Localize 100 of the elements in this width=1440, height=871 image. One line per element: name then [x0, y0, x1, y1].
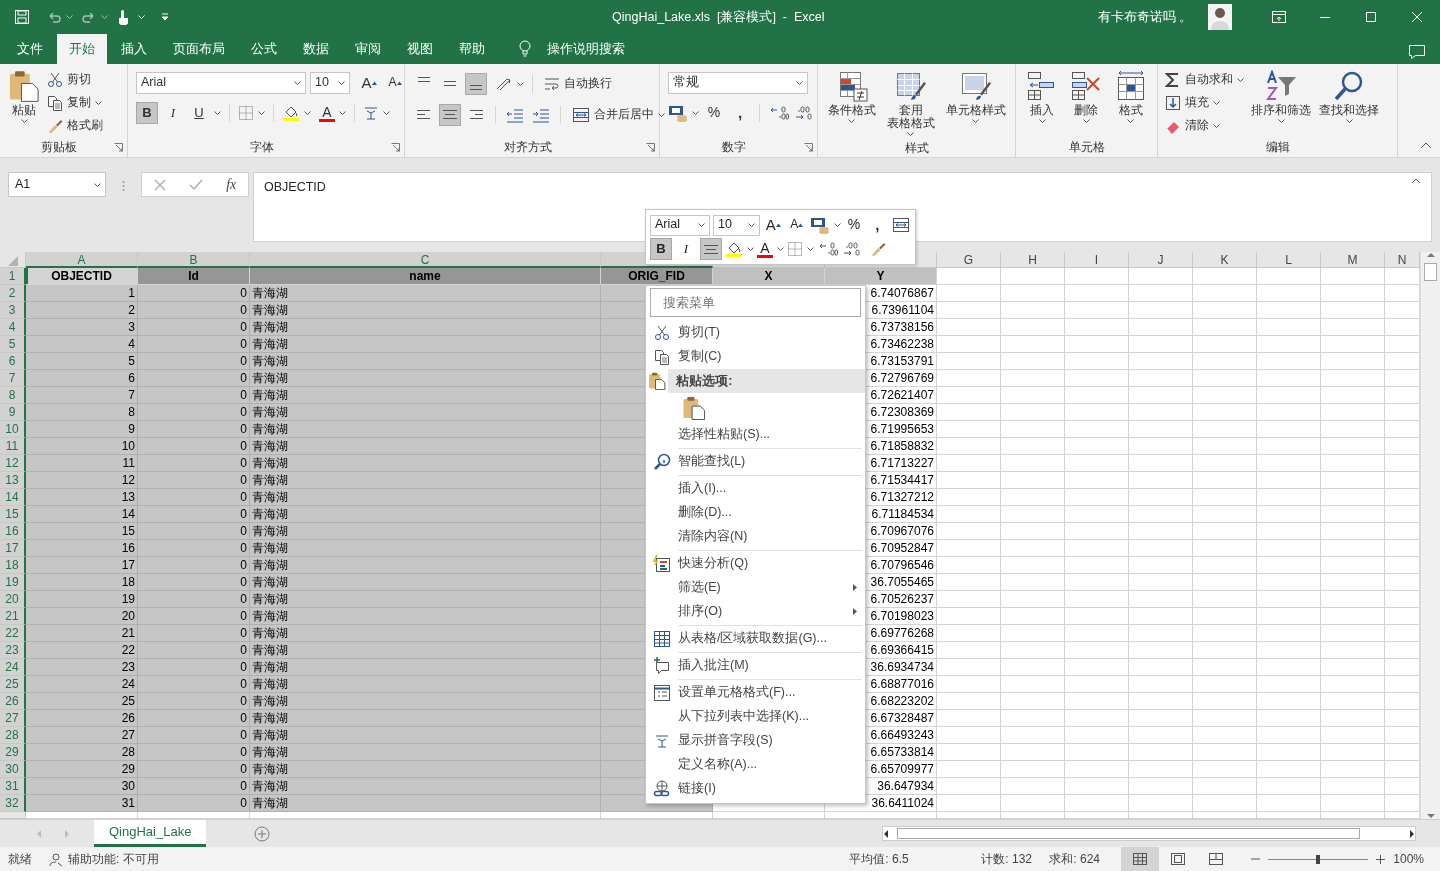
- table-cell: 0: [138, 523, 250, 540]
- table-cell: 11: [26, 455, 138, 472]
- table-cell: 青海湖: [250, 676, 601, 693]
- table-cell: 青海湖: [250, 642, 601, 659]
- table-cell: 青海湖: [250, 744, 601, 761]
- table-cell: 青海湖: [250, 455, 601, 472]
- table-cell: 15: [26, 523, 138, 540]
- table-cell: 6: [26, 370, 138, 387]
- table-cell: 30: [26, 778, 138, 795]
- group-label: 样式: [903, 139, 930, 157]
- table-cell: 0: [138, 795, 250, 812]
- table-cell: 0: [138, 506, 250, 523]
- table-cell: 29: [26, 761, 138, 778]
- table-cell: 10: [26, 438, 138, 455]
- table-cell: 青海湖: [250, 778, 601, 795]
- table-cell: 青海湖: [250, 795, 601, 812]
- table-cell: 13: [26, 489, 138, 506]
- table-cell: 1: [26, 285, 138, 302]
- table-cell: 0: [138, 676, 250, 693]
- table-cell: 25: [26, 693, 138, 710]
- table-cell: 0: [138, 302, 250, 319]
- table-cell: 0: [138, 574, 250, 591]
- table-cell: 青海湖: [250, 693, 601, 710]
- table-cell: 0: [138, 404, 250, 421]
- table-cell: 27: [26, 727, 138, 744]
- table-cell: 青海湖: [250, 710, 601, 727]
- group-label: 剪贴板: [40, 139, 78, 156]
- table-cell: 8: [26, 404, 138, 421]
- table-cell: 0: [138, 472, 250, 489]
- table-cell: 0: [138, 438, 250, 455]
- table-cell: 12: [26, 472, 138, 489]
- table-cell: 18: [26, 574, 138, 591]
- table-cell: 青海湖: [250, 523, 601, 540]
- column-heading: X: [713, 268, 825, 285]
- table-cell: 青海湖: [250, 727, 601, 744]
- table-cell: 0: [138, 370, 250, 387]
- table-cell: 青海湖: [250, 387, 601, 404]
- table-cell: 青海湖: [250, 421, 601, 438]
- table-cell: 0: [138, 591, 250, 608]
- table-cell: 0: [138, 608, 250, 625]
- table-cell: 青海湖: [250, 761, 601, 778]
- user-name: 有卡布奇诺吗 。: [1097, 8, 1192, 26]
- table-cell: 青海湖: [250, 625, 601, 642]
- sum-value: 求和: 624: [1049, 851, 1101, 868]
- column-heading: Id: [138, 268, 250, 285]
- column-heading: Y: [825, 268, 937, 285]
- table-cell: 0: [138, 659, 250, 676]
- table-cell: 青海湖: [250, 489, 601, 506]
- table-cell: 青海湖: [250, 285, 601, 302]
- window-title: QingHai_Lake.xls [兼容模式] - Excel: [612, 9, 825, 24]
- table-cell: 青海湖: [250, 540, 601, 557]
- table-cell: 31: [26, 795, 138, 812]
- table-cell: 14: [26, 506, 138, 523]
- group-label: 对齐方式: [502, 139, 553, 156]
- table-cell: 0: [138, 557, 250, 574]
- table-cell: 0: [138, 387, 250, 404]
- table-cell: 24: [26, 676, 138, 693]
- table-cell: 青海湖: [250, 557, 601, 574]
- table-cell: 16: [26, 540, 138, 557]
- table-cell: 2: [26, 302, 138, 319]
- table-cell: 4: [26, 336, 138, 353]
- table-cell: 0: [138, 489, 250, 506]
- table-cell: 0: [138, 761, 250, 778]
- table-cell: 青海湖: [250, 336, 601, 353]
- table-cell: 22: [26, 642, 138, 659]
- table-cell: 青海湖: [250, 319, 601, 336]
- table-cell: 0: [138, 778, 250, 795]
- table-cell: 19: [26, 591, 138, 608]
- table-cell: 青海湖: [250, 404, 601, 421]
- table-cell: 21: [26, 625, 138, 642]
- table-cell: 青海湖: [250, 472, 601, 489]
- table-cell: 0: [138, 336, 250, 353]
- table-cell: 青海湖: [250, 659, 601, 676]
- table-cell: 17: [26, 557, 138, 574]
- group-label: 单元格: [1067, 139, 1106, 156]
- accessibility-status: 辅助功能: 不可用: [68, 851, 159, 868]
- table-cell: 20: [26, 608, 138, 625]
- table-cell: 0: [138, 285, 250, 302]
- table-cell: 青海湖: [250, 506, 601, 523]
- column-heading: name: [250, 268, 601, 285]
- table-cell: 0: [138, 642, 250, 659]
- table-cell: 0: [138, 540, 250, 557]
- table-cell: 0: [138, 625, 250, 642]
- table-cell: 0: [138, 744, 250, 761]
- column-heading: ORIG_FID: [601, 268, 713, 285]
- table-cell: 青海湖: [250, 591, 601, 608]
- group-label: 编辑: [1264, 139, 1291, 156]
- table-cell: 0: [138, 455, 250, 472]
- table-cell: 3: [26, 319, 138, 336]
- table-cell: 23: [26, 659, 138, 676]
- table-cell: 28: [26, 744, 138, 761]
- table-cell: 青海湖: [250, 370, 601, 387]
- count-value: 计数: 132: [981, 851, 1033, 868]
- table-cell: 0: [138, 693, 250, 710]
- column-heading: OBJECTID: [26, 268, 138, 285]
- table-cell: 26: [26, 710, 138, 727]
- table-cell: 5: [26, 353, 138, 370]
- menu-section-title: 粘贴选项:: [668, 369, 865, 393]
- table-cell: 0: [138, 421, 250, 438]
- table-cell: 0: [138, 727, 250, 744]
